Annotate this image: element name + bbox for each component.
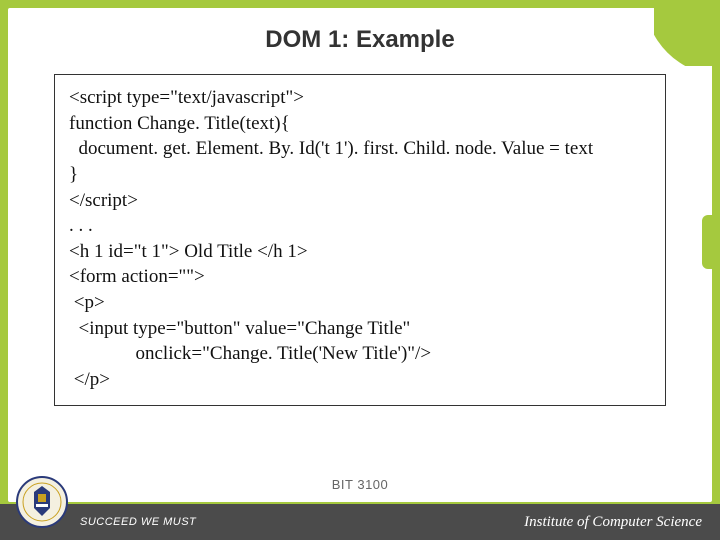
slide-container: DOM 1: Example <script type="text/javasc… (8, 8, 712, 502)
code-line: document. get. Element. By. Id('t 1'). f… (69, 136, 651, 162)
side-decoration (702, 215, 712, 269)
footer-motto: SUCCEED WE MUST (80, 516, 196, 528)
footer-bar: SUCCEED WE MUST Institute of Computer Sc… (0, 504, 720, 540)
code-line: <p> (69, 290, 651, 316)
code-line: <form action=""> (69, 264, 651, 290)
course-code-label: BIT 3100 (332, 477, 389, 492)
code-line: </script> (69, 188, 651, 214)
slide-title: DOM 1: Example (8, 8, 712, 68)
code-line: <script type="text/javascript"> (69, 85, 651, 111)
code-line: <input type="button" value="Change Title… (69, 316, 651, 342)
code-line: function Change. Title(text){ (69, 111, 651, 137)
institution-badge-icon (16, 476, 68, 528)
code-line: </p> (69, 367, 651, 393)
code-line: onclick="Change. Title('New Title')"/> (69, 341, 651, 367)
code-line: . . . (69, 213, 651, 239)
code-line: <h 1 id="t 1"> Old Title </h 1> (69, 239, 651, 265)
code-example-box: <script type="text/javascript"> function… (54, 74, 666, 406)
footer-institute: Institute of Computer Science (524, 514, 702, 531)
corner-decoration (654, 8, 712, 66)
code-line: } (69, 162, 651, 188)
